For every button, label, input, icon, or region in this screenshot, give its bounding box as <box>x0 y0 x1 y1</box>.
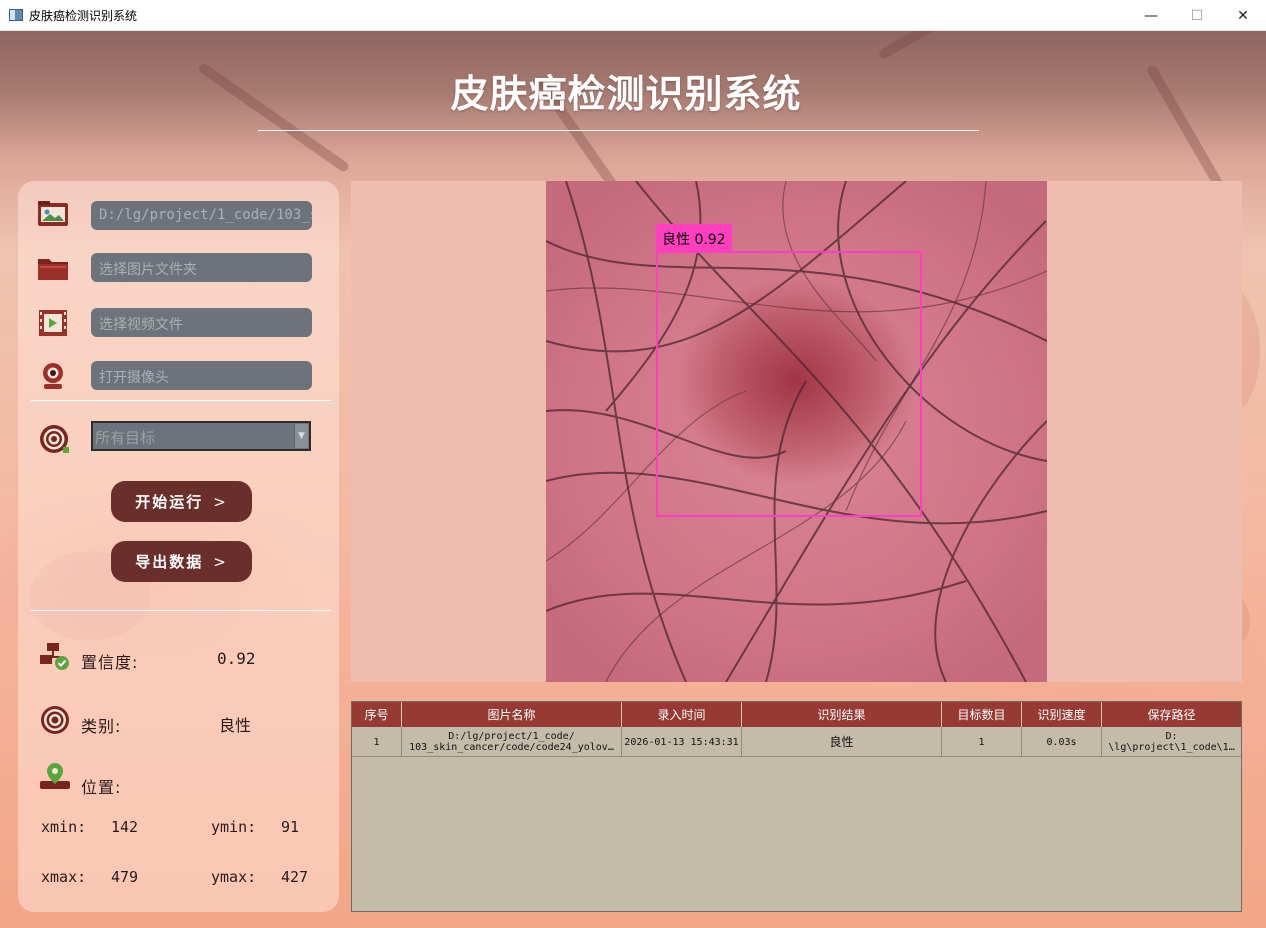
column-header-result[interactable]: 识别结果 <box>742 702 942 727</box>
app-icon <box>9 9 23 21</box>
location-pin-icon <box>40 763 70 789</box>
folder-icon[interactable] <box>36 253 70 283</box>
confidence-icon <box>40 643 69 670</box>
window-controls: — ☐ ✕ <box>1128 0 1266 31</box>
window-title: 皮肤癌检测识别系统 <box>29 8 138 23</box>
target-select[interactable]: 所有目标 ▼ <box>91 421 311 451</box>
column-header-save-path[interactable]: 保存路径 <box>1102 702 1241 727</box>
chevron-right-icon: > <box>213 492 228 511</box>
app-main: 皮肤癌检测识别系统 D:/lg/project/1_code/103_skin_… <box>0 31 1266 928</box>
page-title: 皮肤癌检测识别系统 <box>450 72 802 116</box>
maximize-button[interactable]: ☐ <box>1174 0 1220 31</box>
detection-bounding-box <box>656 251 922 517</box>
class-label: 类别: <box>81 717 122 736</box>
class-icon <box>41 706 69 734</box>
image-display: 良性 0.92 <box>351 181 1242 682</box>
camera-icon[interactable] <box>36 361 70 391</box>
cell-image-name: D:/lg/project/1_code/ 103_skin_cancer/co… <box>402 727 622 757</box>
xmin-label: xmin: <box>41 818 87 836</box>
image-file-icon[interactable] <box>36 199 70 229</box>
cell-result: 良性 <box>742 727 942 757</box>
background-hair <box>877 31 1022 61</box>
export-button-label: 导出数据 <box>135 553 204 571</box>
column-header-time[interactable]: 录入时间 <box>622 702 742 727</box>
start-button-label: 开始运行 <box>135 493 204 511</box>
target-select-value: 所有目标 <box>95 429 156 447</box>
cell-time: 2026-01-13 15:43:31 <box>622 727 742 757</box>
position-label: 位置: <box>81 778 122 797</box>
start-button[interactable]: 开始运行 > <box>111 481 252 522</box>
table-header: 序号 图片名称 录入时间 识别结果 目标数目 识别速度 保存路径 <box>352 702 1241 727</box>
cell-speed: 0.03s <box>1022 727 1102 757</box>
minimize-button[interactable]: — <box>1128 0 1174 31</box>
chevron-right-icon: > <box>213 552 228 571</box>
chevron-down-icon[interactable]: ▼ <box>294 424 308 448</box>
ymax-value: 427 <box>281 868 309 886</box>
confidence-value: 0.92 <box>217 649 256 668</box>
xmax-value: 479 <box>111 868 139 886</box>
detection-box-label: 良性 0.92 <box>656 224 732 251</box>
cell-save-path: D: \lg\project\1_code\1… <box>1108 731 1235 753</box>
control-panel: D:/lg/project/1_code/103_skin_cancer/cod… <box>18 181 339 912</box>
close-button[interactable]: ✕ <box>1220 0 1266 31</box>
column-header-image-name[interactable]: 图片名称 <box>402 702 622 727</box>
ymax-label: ymax: <box>211 868 257 886</box>
camera-input[interactable]: 打开摄像头 <box>91 361 312 390</box>
xmin-value: 142 <box>111 818 139 836</box>
confidence-label: 置信度: <box>81 653 139 672</box>
table-row[interactable]: 1 D:/lg/project/1_code/ 103_skin_cancer/… <box>352 727 1241 757</box>
column-header-count[interactable]: 目标数目 <box>942 702 1022 727</box>
class-value: 良性 <box>219 716 252 735</box>
video-input[interactable]: 选择视频文件 <box>91 308 312 337</box>
results-table: 序号 图片名称 录入时间 识别结果 目标数目 识别速度 保存路径 1 D:/lg… <box>351 701 1242 912</box>
column-header-speed[interactable]: 识别速度 <box>1022 702 1102 727</box>
cell-index: 1 <box>352 727 402 757</box>
xmax-label: xmax: <box>41 868 87 886</box>
ymin-value: 91 <box>281 818 300 836</box>
column-header-index[interactable]: 序号 <box>352 702 402 727</box>
window-titlebar: 皮肤癌检测识别系统 — ☐ ✕ <box>0 0 1266 31</box>
ymin-label: ymin: <box>211 818 257 836</box>
cell-count: 1 <box>942 727 1022 757</box>
title-divider <box>258 130 979 131</box>
video-file-icon[interactable] <box>36 308 70 338</box>
skin-lesion-image: 良性 0.92 <box>546 181 1047 682</box>
target-icon <box>40 425 69 453</box>
divider <box>31 400 331 401</box>
divider <box>31 610 331 611</box>
export-button[interactable]: 导出数据 > <box>111 541 252 582</box>
image-path-input[interactable]: D:/lg/project/1_code/103_skin_cancer/cod… <box>91 201 312 230</box>
folder-input[interactable]: 选择图片文件夹 <box>91 253 312 282</box>
